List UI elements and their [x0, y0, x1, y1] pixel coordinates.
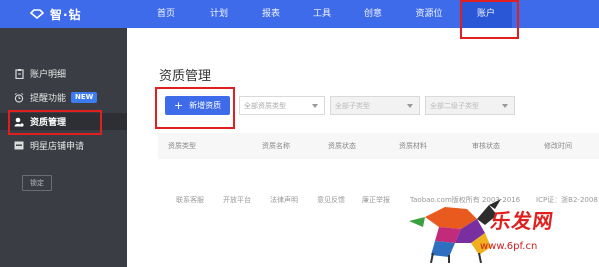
- secondary-subtype-select[interactable]: 全部二级子类型: [425, 96, 515, 115]
- alarm-icon: [14, 92, 24, 103]
- select-placeholder: 全部子类型: [335, 101, 370, 110]
- chevron-down-icon: [312, 104, 318, 108]
- footer-link-legal[interactable]: 法律声明: [270, 195, 298, 205]
- footer-link-report[interactable]: 廉正举报: [362, 195, 390, 205]
- nav-item-tools[interactable]: 工具: [307, 0, 337, 28]
- nav-item-plan[interactable]: 计划: [204, 0, 234, 28]
- qualification-type-select[interactable]: 全部资质类型: [239, 96, 325, 115]
- chevron-down-icon: [502, 104, 508, 108]
- nav-item-home[interactable]: 首页: [151, 0, 181, 28]
- nav-item-creative[interactable]: 创意: [358, 0, 388, 28]
- footer-icp: ICP证：浙B2-2008: [536, 196, 598, 204]
- footer-link-support[interactable]: 联系客服: [176, 195, 204, 205]
- watermark-text: 乐发网: [489, 209, 556, 233]
- sidebar-item-reminder[interactable]: 提醒功能 NEW: [0, 89, 127, 106]
- nav-item-resource-slot[interactable]: 资源位: [409, 0, 449, 28]
- clipboard-icon: [14, 68, 24, 79]
- brand-name: 智·钻: [50, 7, 82, 22]
- sidebar-item-star-shop[interactable]: 明星店铺申请: [0, 137, 127, 154]
- column-header: 资质材料: [399, 142, 427, 150]
- nav-item-report[interactable]: 报表: [256, 0, 286, 28]
- footer-link-open-platform[interactable]: 开放平台: [223, 195, 251, 205]
- new-badge: NEW: [71, 92, 98, 103]
- sidebar-item-label: 账户明细: [30, 70, 67, 80]
- highlight-frame-qualification: [8, 110, 102, 135]
- column-header: 修改时间: [544, 142, 572, 150]
- chevron-down-icon: [407, 104, 413, 108]
- highlight-frame-account: [460, 0, 519, 39]
- column-header: 资质状态: [328, 142, 356, 150]
- brand-logo[interactable]: 智·钻: [30, 5, 82, 23]
- sidebar-item-label: 提醒功能: [30, 94, 67, 104]
- column-header: 资质名称: [262, 142, 290, 150]
- column-header: 资质类型: [168, 142, 196, 150]
- footer-link-feedback[interactable]: 意见反馈: [317, 195, 345, 205]
- card-icon: [14, 141, 24, 151]
- sidebar-item-label: 明星店铺申请: [30, 142, 85, 152]
- highlight-frame-add-button: [155, 87, 235, 129]
- page-title: 资质管理: [159, 69, 212, 84]
- diamond-logo-icon: [30, 9, 44, 19]
- watermark-url: www.6pf.cn: [480, 241, 538, 252]
- lock-button[interactable]: 锁定: [22, 175, 52, 191]
- sidebar-item-account-details[interactable]: 账户明细: [0, 65, 127, 82]
- table-header: 资质类型 资质名称 资质状态 资质材料 审核状态 修改时间: [158, 133, 599, 159]
- subtype-select[interactable]: 全部子类型: [330, 96, 420, 115]
- select-placeholder: 全部资质类型: [244, 101, 286, 110]
- column-header: 审核状态: [472, 142, 500, 150]
- select-placeholder: 全部二级子类型: [430, 101, 479, 110]
